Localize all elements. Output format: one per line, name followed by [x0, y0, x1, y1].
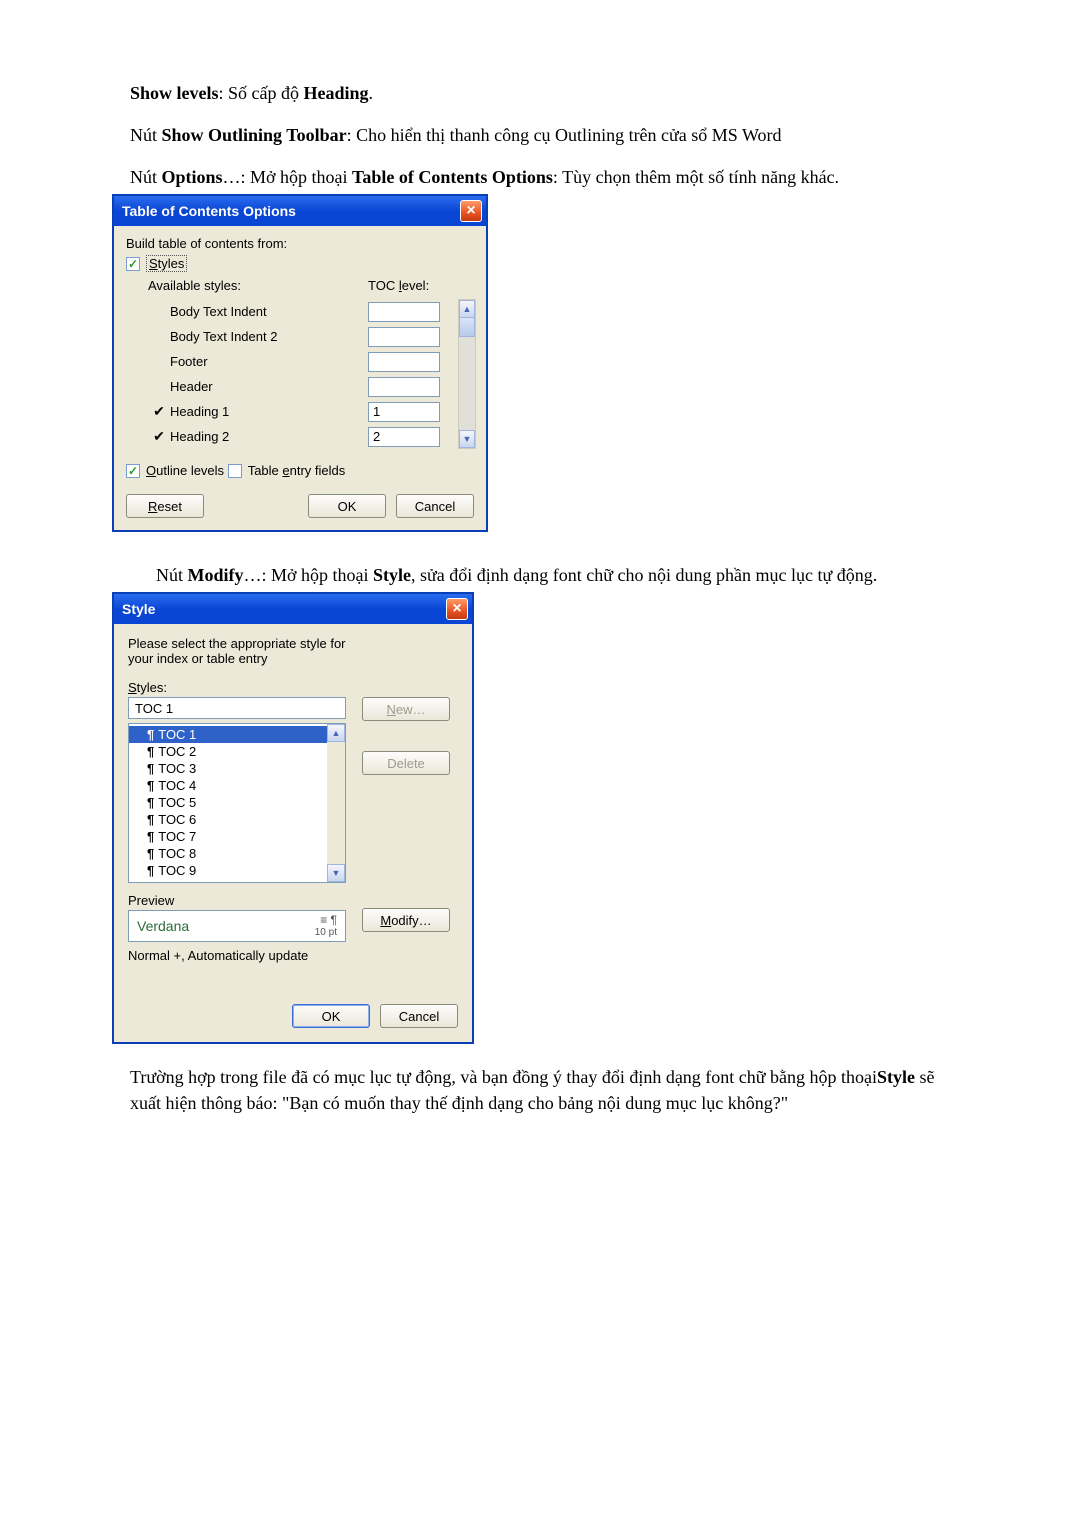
reset-button[interactable]: Reset — [126, 494, 204, 518]
styles-listbox[interactable]: ¶ TOC 1¶ TOC 2¶ TOC 3¶ TOC 4¶ TOC 5¶ TOC… — [128, 723, 346, 883]
style-row-name: Heading 2 — [170, 429, 368, 444]
ok-button[interactable]: OK — [308, 494, 386, 518]
cancel-button[interactable]: Cancel — [380, 1004, 458, 1028]
toc-scrollbar[interactable]: ▲ ▼ — [458, 299, 476, 449]
list-item-label: TOC 7 — [158, 829, 196, 844]
paragraph-mark-icon: ¶ — [147, 812, 154, 827]
style-row: Header — [148, 374, 474, 399]
ok-button[interactable]: OK — [292, 1004, 370, 1028]
preview-meta: ≡ ¶ 10 pt — [315, 914, 337, 938]
list-item[interactable]: ¶ TOC 4 — [129, 777, 327, 794]
style-row-name: Body Text Indent — [170, 304, 368, 319]
list-item-label: TOC 6 — [158, 812, 196, 827]
style-row-name: Footer — [170, 354, 368, 369]
styles-checkbox[interactable]: ✓ — [126, 257, 140, 271]
style-dialog-titlebar: Style × — [114, 594, 472, 624]
paragraph-mark-icon: ¶ — [147, 778, 154, 793]
style-row: Footer — [148, 349, 474, 374]
style-row-name: Body Text Indent 2 — [170, 329, 368, 344]
scroll-up-icon[interactable]: ▲ — [459, 300, 475, 318]
paragraph-mark-icon: ¶ — [147, 829, 154, 844]
style-row-name: Heading 1 — [170, 404, 368, 419]
paragraph-mark-icon: ¶ — [147, 846, 154, 861]
scroll-down-icon[interactable]: ▼ — [327, 864, 345, 882]
list-item[interactable]: ¶ TOC 5 — [129, 794, 327, 811]
new-button[interactable]: New… — [362, 697, 450, 721]
paragraph-mark-icon: ¶ — [147, 761, 154, 776]
list-item[interactable]: ¶ TOC 9 — [129, 862, 327, 879]
style-intro: Please select the appropriate style for … — [128, 636, 368, 666]
toc-level-input[interactable] — [368, 327, 440, 347]
style-dialog: Style × Please select the appropriate st… — [112, 592, 474, 1044]
list-item-label: TOC 9 — [158, 863, 196, 878]
style-row: Body Text Indent 2 — [148, 324, 474, 349]
style-row: ✔Heading 1 — [148, 399, 474, 424]
paragraph-modify: Nút Modify…: Mở hộp thoại Style, sửa đổi… — [130, 562, 945, 588]
list-item-label: TOC 2 — [158, 744, 196, 759]
cancel-button[interactable]: Cancel — [396, 494, 474, 518]
styles-checkbox-row: ✓ Styles — [126, 255, 187, 272]
toc-level-input[interactable] — [368, 427, 440, 447]
listbox-scrollbar[interactable]: ▲ ▼ — [327, 724, 345, 882]
scroll-up-icon[interactable]: ▲ — [327, 724, 345, 742]
toc-level-input[interactable] — [368, 402, 440, 422]
close-icon[interactable]: × — [460, 200, 482, 222]
toc-options-dialog: Table of Contents Options × Build table … — [112, 194, 488, 532]
table-entry-checkbox[interactable]: ✓ — [228, 464, 242, 478]
close-icon[interactable]: × — [446, 598, 468, 620]
toc-level-input[interactable] — [368, 302, 440, 322]
list-item-label: TOC 4 — [158, 778, 196, 793]
styles-label: Styles: — [128, 680, 458, 695]
toc-level-header: TOC level: — [368, 278, 429, 293]
scroll-thumb[interactable] — [459, 317, 475, 337]
paragraph-replace-prompt: Trường hợp trong file đã có mục lục tự đ… — [130, 1064, 945, 1116]
outline-levels-row: ✓ Outline levels — [126, 463, 224, 478]
list-item[interactable]: ¶ TOC 2 — [129, 743, 327, 760]
paragraph-mark-icon: ¶ — [147, 744, 154, 759]
style-dialog-title: Style — [122, 601, 155, 617]
paragraph-mark-icon: ¶ — [147, 863, 154, 878]
style-description: Normal +, Automatically update — [128, 948, 458, 988]
list-item-label: TOC 1 — [158, 727, 196, 742]
outline-levels-label: Outline levels — [146, 463, 224, 478]
available-styles-header: Available styles: — [148, 278, 368, 293]
list-item-label: TOC 5 — [158, 795, 196, 810]
toc-level-input[interactable] — [368, 377, 440, 397]
toc-dialog-title: Table of Contents Options — [122, 203, 296, 219]
scroll-down-icon[interactable]: ▼ — [459, 430, 475, 448]
preview-box: Verdana ≡ ¶ 10 pt — [128, 910, 346, 942]
outline-levels-checkbox[interactable]: ✓ — [126, 464, 140, 478]
list-item[interactable]: ¶ TOC 3 — [129, 760, 327, 777]
style-name-input[interactable] — [128, 697, 346, 719]
table-entry-row: ✓ Table entry fields — [228, 463, 346, 478]
build-from-label: Build table of contents from: — [126, 236, 474, 251]
style-row-check-icon: ✔ — [148, 403, 170, 420]
modify-button[interactable]: Modify… — [362, 908, 450, 932]
preview-font-name: Verdana — [137, 918, 189, 934]
style-row-check-icon: ✔ — [148, 428, 170, 445]
list-item[interactable]: ¶ TOC 8 — [129, 845, 327, 862]
styles-checkbox-label: Styles — [146, 255, 187, 272]
list-item-label: TOC 8 — [158, 846, 196, 861]
toc-level-input[interactable] — [368, 352, 440, 372]
list-item[interactable]: ¶ TOC 1 — [129, 726, 327, 743]
toc-dialog-titlebar: Table of Contents Options × — [114, 196, 486, 226]
preview-label: Preview — [128, 893, 458, 908]
paragraph-outlining-toolbar: Nút Show Outlining Toolbar: Cho hiển thị… — [130, 122, 945, 148]
paragraph-mark-icon: ¶ — [147, 795, 154, 810]
paragraph-show-levels: Show levels: Số cấp độ Heading. — [130, 80, 945, 106]
list-item[interactable]: ¶ TOC 6 — [129, 811, 327, 828]
table-entry-label: Table entry fields — [248, 463, 346, 478]
style-row: Body Text Indent — [148, 299, 474, 324]
style-row: ✔Heading 2 — [148, 424, 474, 449]
list-item[interactable]: ¶ TOC 7 — [129, 828, 327, 845]
paragraph-mark-icon: ¶ — [147, 727, 154, 742]
paragraph-options: Nút Options…: Mở hộp thoại Table of Cont… — [130, 164, 945, 190]
delete-button[interactable]: Delete — [362, 751, 450, 775]
style-row-name: Header — [170, 379, 368, 394]
list-item-label: TOC 3 — [158, 761, 196, 776]
